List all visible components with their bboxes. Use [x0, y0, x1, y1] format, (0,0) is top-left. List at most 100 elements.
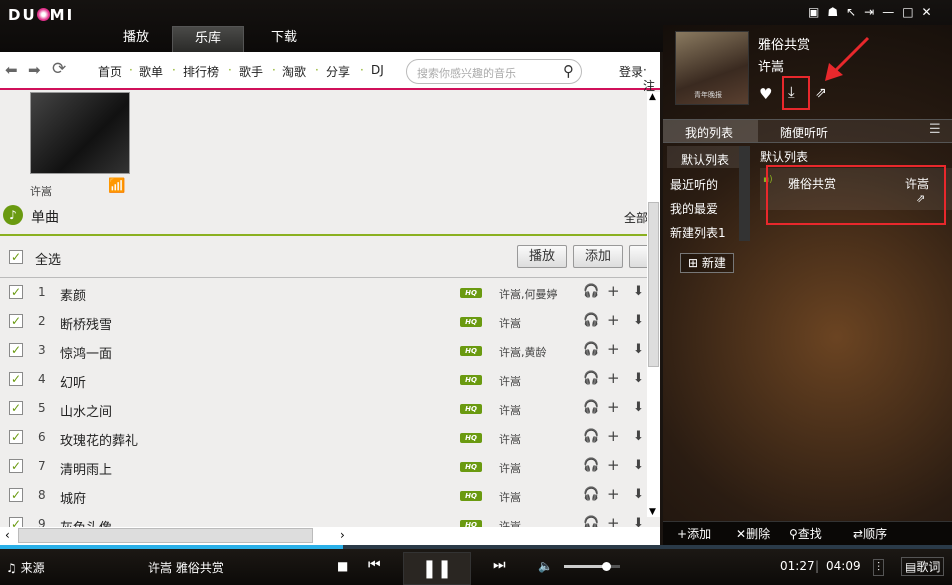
song-row[interactable]: ✓ 5 山水之间 HQ 许嵩 🎧 + ⬇	[0, 394, 647, 423]
song-name[interactable]: 清明雨上	[60, 459, 112, 478]
list-new-1[interactable]: 新建列表1	[670, 224, 726, 241]
song-checkbox[interactable]: ✓	[9, 372, 23, 386]
headphones-icon[interactable]: 🎧	[583, 313, 599, 328]
song-name[interactable]: 山水之间	[60, 401, 112, 420]
previous-icon[interactable]: ⏮	[368, 557, 381, 573]
back-icon[interactable]: ⬅	[5, 61, 18, 79]
nav-singers[interactable]: 歌手	[239, 63, 263, 80]
add-icon[interactable]: +	[607, 282, 620, 300]
song-row[interactable]: ✓ 2 断桥残雪 HQ 许嵩 🎧 + ⬇	[0, 307, 647, 336]
headphones-icon[interactable]: 🎧	[583, 429, 599, 444]
artist-name[interactable]: 许嵩	[30, 183, 52, 199]
download-icon[interactable]: ⬇	[633, 487, 644, 502]
horizontal-scrollbar[interactable]: ‹ ›	[0, 527, 660, 545]
headphones-icon[interactable]: 🎧	[583, 371, 599, 386]
source-button[interactable]: ♫ 来源	[6, 559, 45, 576]
vertical-scrollbar[interactable]: ▲ ▼	[647, 92, 660, 517]
delete-action[interactable]: ✕删除	[736, 525, 770, 542]
song-name[interactable]: 幻听	[60, 372, 86, 391]
song-name[interactable]: 素颜	[60, 285, 86, 304]
headphones-icon[interactable]: 🎧	[583, 400, 599, 415]
add-icon[interactable]: +	[607, 340, 620, 358]
add-icon[interactable]: +	[607, 456, 620, 474]
search-input[interactable]: 搜索你感兴趣的音乐 ⚲	[406, 59, 582, 84]
nav-discover[interactable]: 淘歌	[282, 63, 306, 80]
add-icon[interactable]: +	[607, 398, 620, 416]
share-icon[interactable]: ⇗	[815, 85, 827, 101]
song-singer[interactable]: 许嵩	[499, 460, 521, 476]
lists-scrollbar[interactable]	[739, 146, 750, 241]
list-menu-icon[interactable]: ☰	[929, 122, 941, 137]
window-controls[interactable]: ▣☗↖⇥—□✕	[808, 5, 940, 19]
tab-download[interactable]: 下载	[248, 26, 320, 52]
song-row[interactable]: ✓ 6 玫瑰花的葬礼 HQ 许嵩 🎧 + ⬇	[0, 423, 647, 452]
song-singer[interactable]: 许嵩	[499, 373, 521, 389]
add-icon[interactable]: +	[607, 485, 620, 503]
nav-dj[interactable]: DJ	[371, 63, 384, 77]
radio-icon[interactable]: 📶	[108, 178, 125, 194]
album-cover[interactable]: 青年晚报	[675, 31, 749, 105]
list-default[interactable]: 默认列表	[681, 151, 729, 168]
song-singer[interactable]: 许嵩	[499, 431, 521, 447]
download-icon[interactable]: ⬇	[633, 458, 644, 473]
volume-icon[interactable]: 🔈	[538, 559, 553, 573]
order-action[interactable]: ⇄顺序	[853, 525, 887, 542]
song-singer[interactable]: 许嵩	[499, 489, 521, 505]
find-action[interactable]: ⚲查找	[789, 525, 822, 542]
song-singer[interactable]: 许嵩	[499, 402, 521, 418]
song-checkbox[interactable]: ✓	[9, 285, 23, 299]
download-icon[interactable]: ⬇	[633, 342, 644, 357]
song-checkbox[interactable]: ✓	[9, 488, 23, 502]
all-link[interactable]: 全部	[624, 209, 648, 226]
song-name[interactable]: 断桥残雪	[60, 314, 112, 333]
login-link[interactable]: 登录	[619, 63, 643, 80]
heart-icon[interactable]: ♥	[759, 85, 772, 103]
nav-home[interactable]: 首页	[98, 63, 122, 80]
now-artist[interactable]: 许嵩	[758, 56, 784, 75]
headphones-icon[interactable]: 🎧	[583, 458, 599, 473]
headphones-icon[interactable]: 🎧	[583, 487, 599, 502]
song-name[interactable]: 玫瑰花的葬礼	[60, 430, 138, 449]
song-name[interactable]: 城府	[60, 488, 86, 507]
song-checkbox[interactable]: ✓	[9, 401, 23, 415]
next-icon[interactable]: ⏭	[493, 557, 506, 573]
nav-share[interactable]: 分享	[326, 63, 350, 80]
song-checkbox[interactable]: ✓	[9, 459, 23, 473]
nav-playlists[interactable]: 歌单	[139, 63, 163, 80]
stop-icon[interactable]: ■	[337, 559, 348, 573]
add-icon[interactable]: +	[607, 427, 620, 445]
artist-photo[interactable]	[30, 92, 130, 174]
headphones-icon[interactable]: 🎧	[583, 284, 599, 299]
tab-my-lists[interactable]: 我的列表	[685, 124, 733, 141]
tab-play[interactable]: 播放	[100, 26, 172, 52]
add-icon[interactable]: +	[607, 311, 620, 329]
add-icon[interactable]: +	[607, 369, 620, 387]
download-icon[interactable]: ⬇	[633, 313, 644, 328]
download-icon[interactable]: ⬇	[633, 371, 644, 386]
song-singer[interactable]: 许嵩	[499, 315, 521, 331]
equalizer-icon[interactable]: ⫶	[873, 559, 885, 576]
tab-library[interactable]: 乐库	[172, 26, 244, 52]
song-name[interactable]: 惊鸿一面	[60, 343, 112, 362]
download-icon[interactable]: ⬇	[633, 400, 644, 415]
song-row[interactable]: ✓ 4 幻听 HQ 许嵩 🎧 + ⬇	[0, 365, 647, 394]
play-button[interactable]: 播放	[517, 245, 567, 268]
list-favorites[interactable]: 我的最爱	[670, 200, 718, 217]
song-checkbox[interactable]: ✓	[9, 430, 23, 444]
song-singer[interactable]: 许嵩,何曼婷	[499, 286, 558, 302]
headphones-icon[interactable]: 🎧	[583, 342, 599, 357]
add-action[interactable]: +添加	[677, 525, 711, 542]
tab-random-listen[interactable]: 随便听听	[780, 124, 828, 141]
new-list-button[interactable]: ⊞ 新建	[680, 253, 734, 273]
download-icon[interactable]: ⬇	[633, 429, 644, 444]
song-row[interactable]: ✓ 1 素颜 HQ 许嵩,何曼婷 🎧 + ⬇	[0, 278, 647, 307]
search-icon[interactable]: ⚲	[563, 62, 574, 80]
forward-icon[interactable]: ➡	[28, 61, 41, 79]
download-icon[interactable]: ⬇	[633, 284, 644, 299]
lyrics-button[interactable]: ▤歌词	[901, 557, 945, 576]
nav-charts[interactable]: 排行榜	[183, 63, 219, 80]
add-button[interactable]: 添加	[573, 245, 623, 268]
song-checkbox[interactable]: ✓	[9, 343, 23, 357]
volume-slider[interactable]	[564, 562, 620, 571]
pause-button[interactable]: ❚❚	[403, 552, 471, 585]
